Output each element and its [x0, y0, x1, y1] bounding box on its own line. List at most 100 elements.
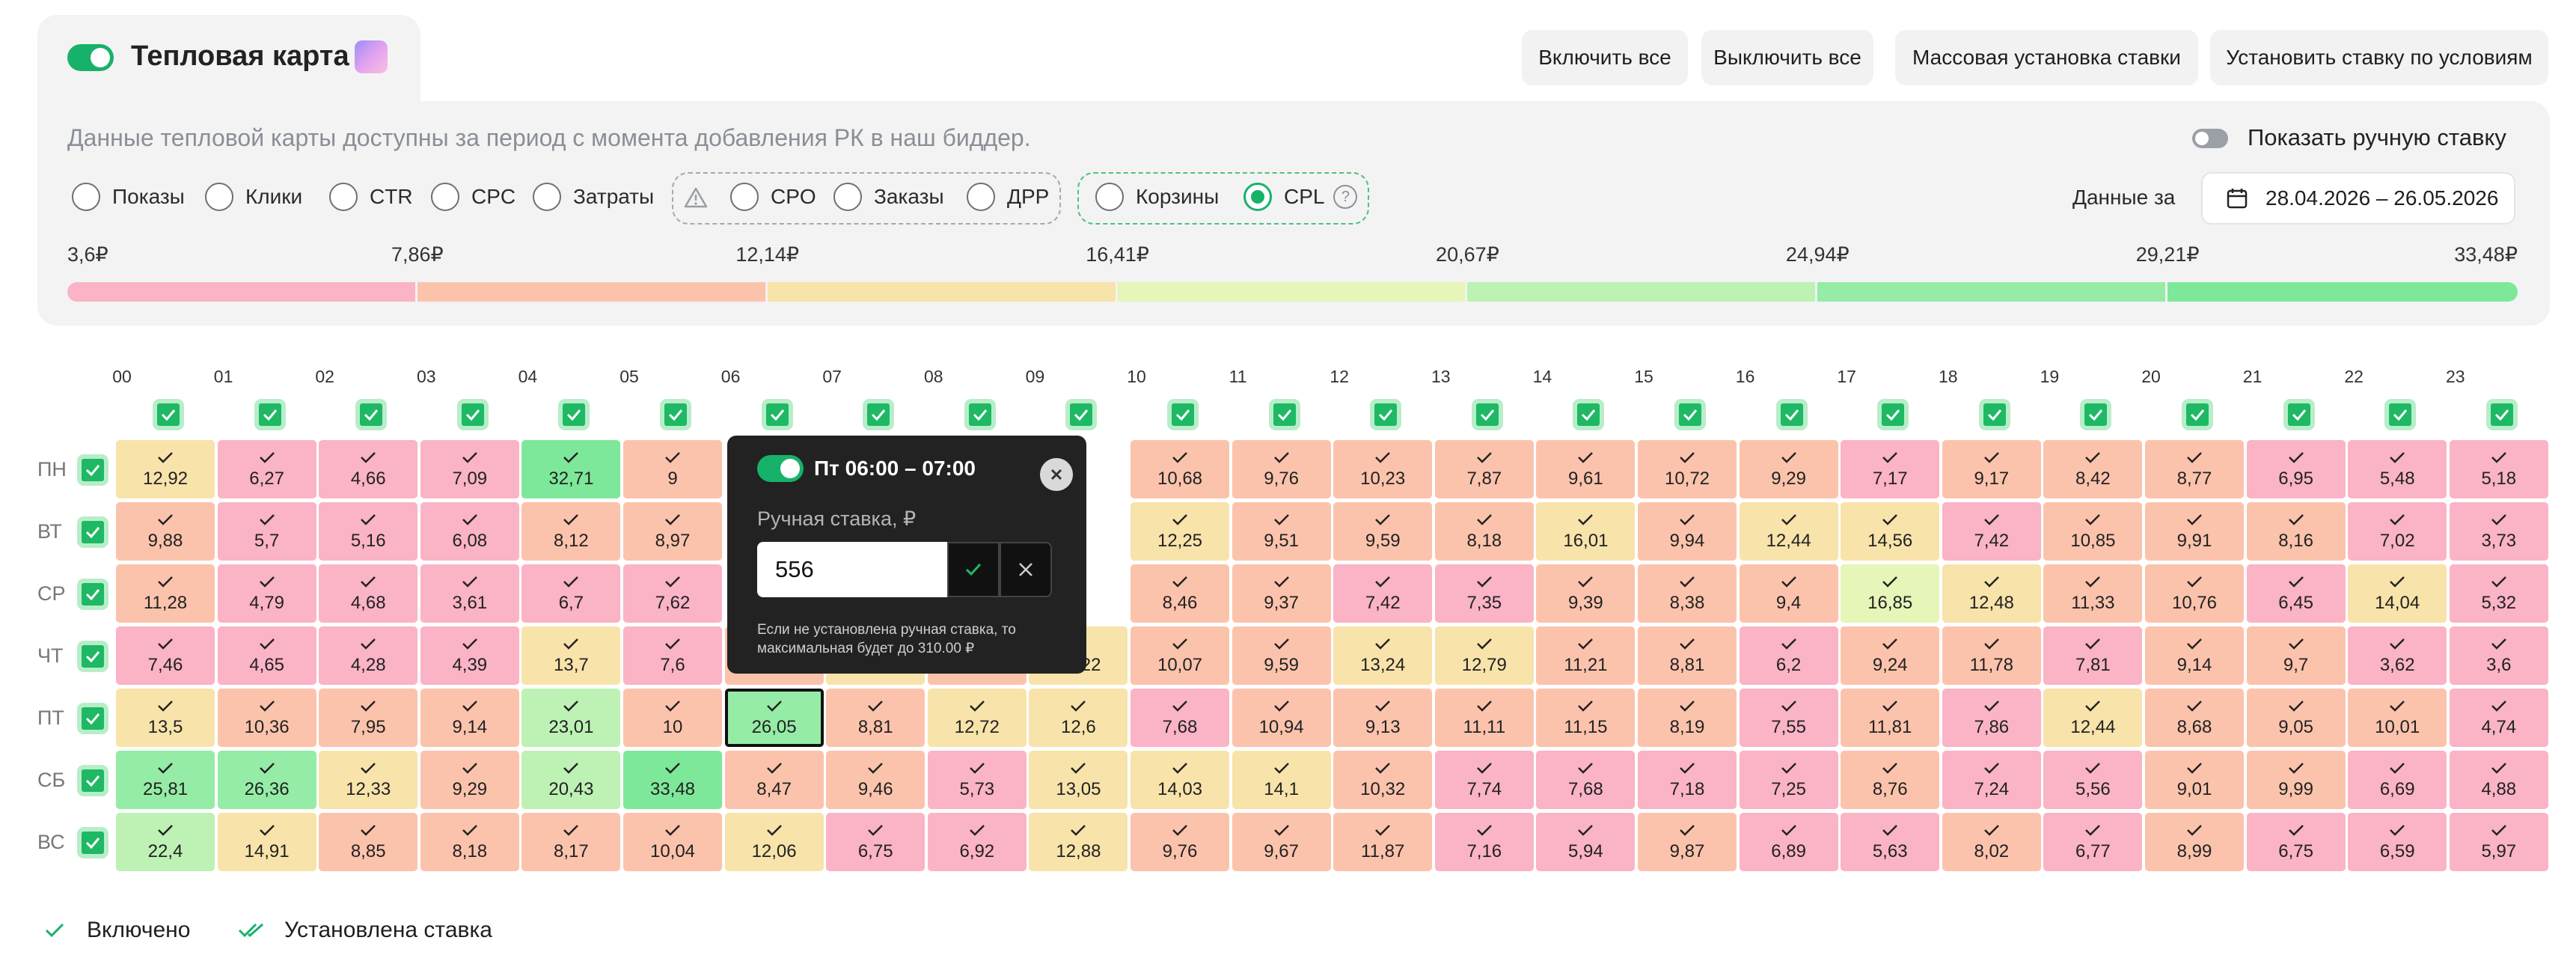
hour-checkbox[interactable] [2488, 401, 2515, 428]
heatmap-cell[interactable]: 6,69 [2348, 751, 2447, 809]
hour-checkbox[interactable] [358, 401, 385, 428]
heatmap-cell[interactable]: 8,77 [2145, 440, 2244, 498]
heatmap-cell[interactable]: 10,94 [1232, 689, 1331, 747]
hour-checkbox[interactable] [1068, 401, 1095, 428]
heatmap-cell[interactable]: 4,28 [319, 626, 418, 685]
heatmap-cell[interactable]: 12,92 [116, 440, 215, 498]
heatmap-cell[interactable]: 13,7 [521, 626, 621, 685]
heatmap-cell[interactable]: 12,44 [2043, 689, 2143, 747]
radio-carts[interactable]: Корзины [1095, 183, 1219, 211]
hour-checkbox[interactable] [1372, 401, 1400, 428]
heatmap-cell[interactable]: 12,6 [1029, 689, 1128, 747]
radio-cpl[interactable]: CPL? [1243, 183, 1358, 211]
heatmap-cell[interactable]: 5,32 [2449, 564, 2548, 623]
heatmap-cell[interactable]: 4,65 [217, 626, 316, 685]
heatmap-cell[interactable]: 11,33 [2043, 564, 2143, 623]
heatmap-cell[interactable]: 10,68 [1131, 440, 1229, 498]
radio-cpc[interactable]: CPC [431, 183, 515, 211]
heatmap-cell[interactable]: 7,25 [1739, 751, 1838, 809]
heatmap-cell[interactable]: 4,74 [2449, 689, 2548, 747]
heatmap-cell[interactable]: 9,61 [1536, 440, 1636, 498]
hour-checkbox[interactable] [2285, 401, 2313, 428]
heatmap-cell[interactable]: 13,05 [1029, 751, 1128, 809]
heatmap-cell[interactable]: 10,85 [2043, 502, 2143, 561]
heatmap-cell[interactable]: 6,75 [826, 813, 926, 871]
heatmap-cell[interactable]: 7,35 [1434, 564, 1534, 623]
heatmap-cell[interactable]: 8,68 [2145, 689, 2244, 747]
heatmap-cell[interactable]: 7,68 [1131, 689, 1229, 747]
heatmap-cell[interactable]: 5,94 [1536, 813, 1636, 871]
heatmap-cell[interactable]: 6,59 [2348, 813, 2447, 871]
heatmap-cell[interactable]: 10,32 [1333, 751, 1433, 809]
heatmap-cell[interactable]: 9,88 [116, 502, 215, 561]
hour-checkbox[interactable] [2082, 401, 2110, 428]
heatmap-cell[interactable]: 7,42 [1333, 564, 1433, 623]
heatmap-cell[interactable]: 9,29 [1739, 440, 1838, 498]
enable-all-button[interactable]: Включить все [1522, 30, 1688, 85]
heatmap-cell[interactable]: 9,14 [2145, 626, 2244, 685]
heatmap-cell[interactable]: 7,55 [1739, 689, 1838, 747]
heatmap-cell[interactable]: 14,56 [1841, 502, 1940, 561]
hour-checkbox[interactable] [256, 401, 284, 428]
hour-checkbox[interactable] [865, 401, 893, 428]
heatmap-cell[interactable]: 7,87 [1434, 440, 1534, 498]
heatmap-cell[interactable]: 7,46 [116, 626, 215, 685]
radio-costs[interactable]: Затраты [533, 183, 654, 211]
heatmap-cell[interactable]: 12,88 [1029, 813, 1128, 871]
heatmap-cell[interactable]: 7,81 [2043, 626, 2143, 685]
heatmap-cell[interactable]: 8,02 [1942, 813, 2041, 871]
heatmap-cell[interactable]: 10,23 [1333, 440, 1433, 498]
heatmap-cell[interactable]: 9,7 [2246, 626, 2346, 685]
date-range-picker[interactable]: 28.04.2026 – 26.05.2026 [2201, 172, 2515, 225]
heatmap-cell[interactable]: 7,68 [1536, 751, 1636, 809]
heatmap-cell[interactable]: 16,85 [1841, 564, 1940, 623]
heatmap-cell[interactable]: 14,1 [1232, 751, 1331, 809]
heatmap-cell[interactable]: 5,97 [2449, 813, 2548, 871]
heatmap-cell[interactable]: 14,04 [2348, 564, 2447, 623]
heatmap-cell[interactable]: 4,88 [2449, 751, 2548, 809]
heatmap-cell[interactable]: 7,74 [1434, 751, 1534, 809]
heatmap-cell[interactable]: 16,01 [1536, 502, 1636, 561]
radio-cpo[interactable]: CPO [730, 183, 816, 211]
heatmap-cell[interactable]: 6,08 [420, 502, 519, 561]
heatmap-cell[interactable]: 9,46 [826, 751, 926, 809]
heatmap-cell[interactable]: 3,6 [2449, 626, 2548, 685]
heatmap-cell[interactable]: 11,15 [1536, 689, 1636, 747]
heatmap-cell[interactable]: 9,94 [1638, 502, 1737, 561]
hour-checkbox[interactable] [155, 401, 182, 428]
heatmap-cell[interactable]: 9,76 [1131, 813, 1229, 871]
heatmap-cell[interactable]: 20,43 [521, 751, 621, 809]
hour-checkbox[interactable] [1778, 401, 1805, 428]
heatmap-cell[interactable]: 9,4 [1739, 564, 1838, 623]
hour-checkbox[interactable] [1473, 401, 1501, 428]
heatmap-cell[interactable]: 12,33 [319, 751, 418, 809]
heatmap-cell[interactable]: 12,06 [724, 813, 824, 871]
heatmap-cell[interactable]: 11,78 [1942, 626, 2041, 685]
hour-checkbox[interactable] [1677, 401, 1704, 428]
heatmap-cell[interactable]: 7,95 [319, 689, 418, 747]
heatmap-cell[interactable]: 7,17 [1841, 440, 1940, 498]
heatmap-cell[interactable]: 10,72 [1638, 440, 1737, 498]
popup-toggle[interactable] [757, 455, 804, 482]
heatmap-cell[interactable]: 9,17 [1942, 440, 2041, 498]
close-icon[interactable] [1040, 458, 1073, 491]
heatmap-cell[interactable]: 10,04 [623, 813, 722, 871]
heatmap-toggle[interactable] [67, 44, 114, 71]
heatmap-cell[interactable]: 9 [623, 440, 722, 498]
heatmap-cell[interactable]: 7,02 [2348, 502, 2447, 561]
heatmap-cell[interactable]: 3,62 [2348, 626, 2447, 685]
heatmap-cell[interactable]: 10 [623, 689, 722, 747]
heatmap-cell[interactable]: 9,39 [1536, 564, 1636, 623]
heatmap-cell[interactable]: 12,25 [1131, 502, 1229, 561]
heatmap-cell[interactable]: 7,6 [623, 626, 722, 685]
heatmap-cell[interactable]: 6,2 [1739, 626, 1838, 685]
heatmap-cell[interactable]: 12,79 [1434, 626, 1534, 685]
heatmap-cell[interactable]: 9,59 [1232, 626, 1331, 685]
heatmap-cell[interactable]: 9,51 [1232, 502, 1331, 561]
heatmap-cell[interactable]: 8,85 [319, 813, 418, 871]
heatmap-cell[interactable]: 8,99 [2145, 813, 2244, 871]
heatmap-cell[interactable]: 3,61 [420, 564, 519, 623]
heatmap-cell[interactable]: 9,05 [2246, 689, 2346, 747]
confirm-button[interactable] [947, 542, 1000, 597]
cancel-button[interactable] [1000, 542, 1052, 597]
